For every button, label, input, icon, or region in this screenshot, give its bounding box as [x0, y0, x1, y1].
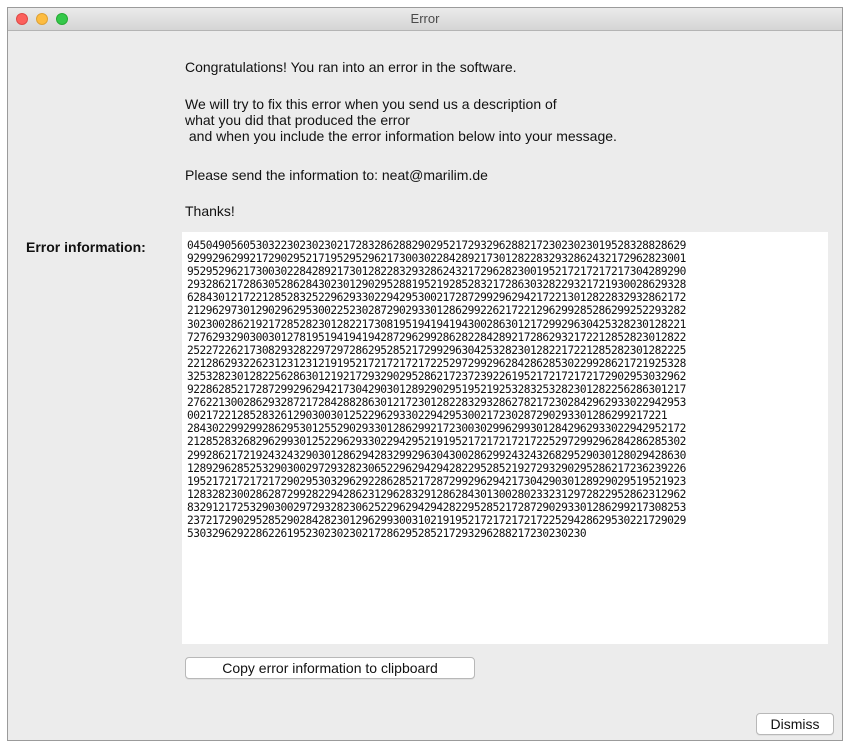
- window-title: Error: [410, 11, 440, 26]
- copy-to-clipboard-button[interactable]: Copy error information to clipboard: [185, 657, 475, 679]
- error-dialog-window: Error Congratulations! You ran into an e…: [7, 7, 843, 741]
- congratulations-text: Congratulations! You ran into an error i…: [185, 59, 517, 75]
- error-information-content: 0450490560530322302302302172832862882902…: [187, 239, 686, 541]
- thanks-text: Thanks!: [185, 203, 235, 219]
- error-information-label: Error information:: [26, 239, 146, 255]
- title-bar: Error: [8, 8, 842, 31]
- contact-text: Please send the information to: neat@mar…: [185, 167, 488, 183]
- dismiss-button[interactable]: Dismiss: [756, 713, 834, 735]
- instructions-text: We will try to fix this error when you s…: [185, 96, 617, 144]
- error-information-textarea[interactable]: 0450490560530322302302302172832862882902…: [182, 232, 828, 644]
